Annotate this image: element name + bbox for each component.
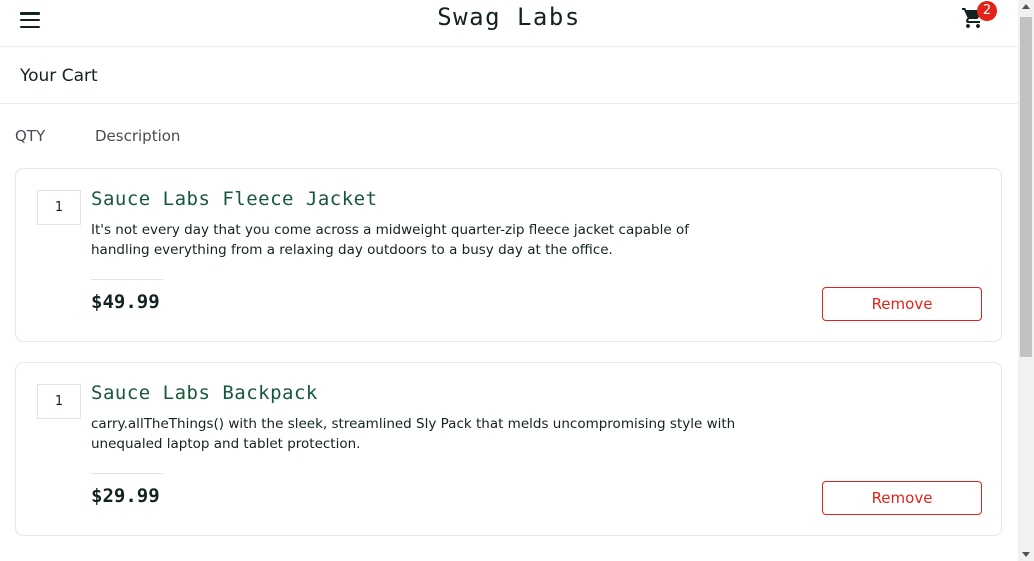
item-name-link[interactable]: Sauce Labs Backpack: [91, 382, 318, 404]
item-description: carry.allTheThings() with the sleek, str…: [91, 416, 736, 452]
description-column-label: Description: [95, 127, 181, 145]
item-price: $29.99: [91, 485, 160, 507]
page-title: Your Cart: [20, 66, 98, 86]
item-description: It's not every day that you come across …: [91, 222, 689, 258]
vertical-scrollbar[interactable]: [1018, 0, 1034, 561]
shopping-cart-link[interactable]: 2: [960, 1, 1000, 33]
primary-header: Swag Labs 2: [0, 0, 1018, 47]
item-quantity: 1: [37, 190, 81, 225]
item-quantity: 1: [37, 384, 81, 419]
remove-button[interactable]: Remove: [822, 287, 982, 321]
remove-button[interactable]: Remove: [822, 481, 982, 515]
item-price: $49.99: [91, 291, 160, 313]
item-name-link[interactable]: Sauce Labs Fleece Jacket: [91, 188, 378, 210]
cart-item: 1 Sauce Labs Fleece Jacket It's not ever…: [15, 168, 1002, 342]
cart-item: 1 Sauce Labs Backpack carry.allTheThings…: [15, 362, 1002, 536]
scroll-up-arrow-icon[interactable]: [1018, 0, 1034, 14]
secondary-header: Your Cart: [0, 47, 1018, 104]
price-divider: [91, 473, 163, 474]
scroll-thumb[interactable]: [1020, 17, 1032, 357]
price-divider: [91, 279, 163, 280]
scroll-down-arrow-icon[interactable]: [1018, 547, 1034, 561]
app-logo: Swag Labs: [437, 3, 581, 31]
qty-column-label: QTY: [15, 127, 46, 145]
cart-badge: 2: [977, 1, 997, 21]
